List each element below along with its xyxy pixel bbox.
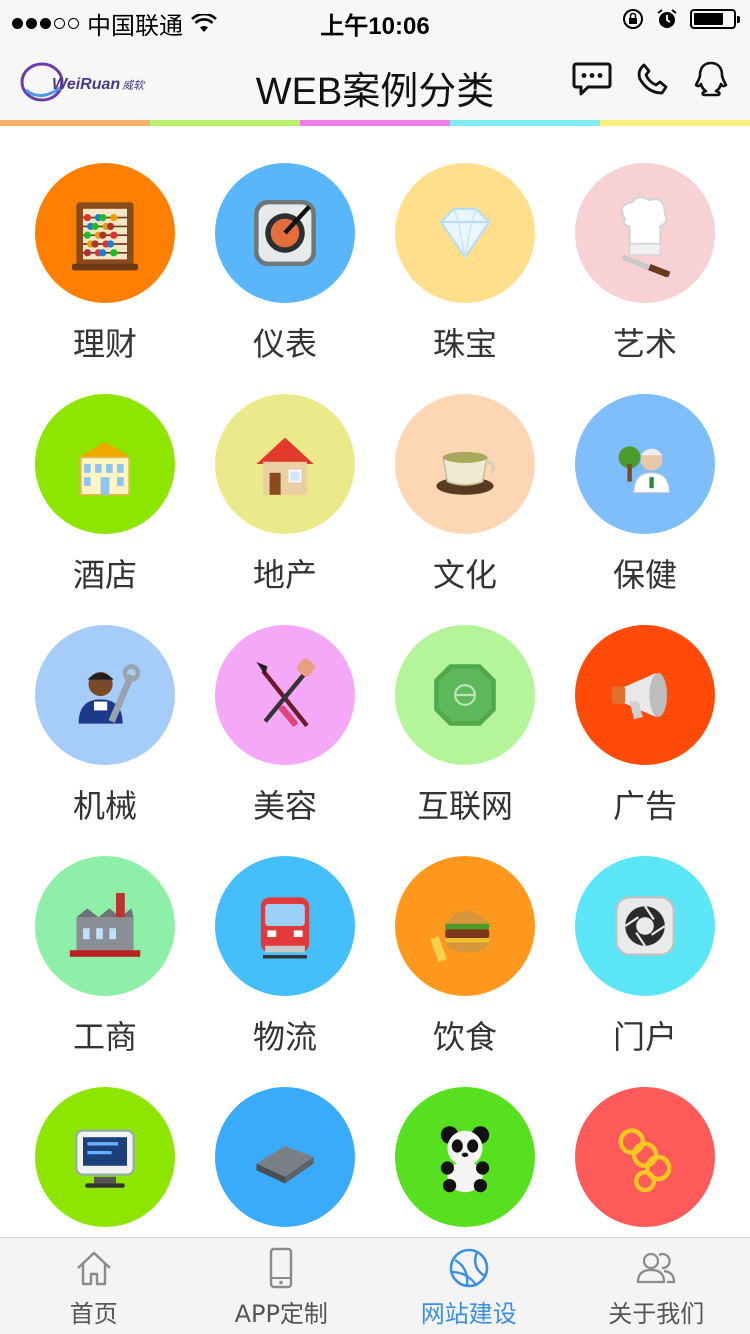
internet-icon xyxy=(395,625,535,765)
qq-icon[interactable] xyxy=(692,60,730,98)
alarm-icon xyxy=(657,9,677,28)
chef-hat-icon xyxy=(575,163,715,303)
stripe-segment xyxy=(600,120,750,126)
nav-bar: WeiRuan 威软 WEB案例分类 xyxy=(0,42,750,122)
doctor-icon xyxy=(575,394,715,534)
category-item[interactable]: 理财 xyxy=(15,163,195,393)
category-label: 酒店 xyxy=(72,556,137,594)
home-icon xyxy=(72,1246,116,1294)
category-label: 机械 xyxy=(72,787,137,825)
category-item[interactable]: 酒店 xyxy=(15,394,195,624)
category-label: 饮食 xyxy=(432,1018,497,1056)
battery-icon xyxy=(690,9,740,29)
category-label: 广告 xyxy=(612,787,677,825)
aperture-icon xyxy=(575,856,715,996)
monitor-icon xyxy=(35,1087,175,1227)
category-item[interactable]: 珠宝 xyxy=(375,163,555,393)
category-item[interactable]: 广告 xyxy=(555,625,735,855)
category-label: 互联网 xyxy=(416,787,513,825)
tab-label: APP定制 xyxy=(234,1300,328,1328)
category-label: 保健 xyxy=(612,556,677,594)
category-item[interactable]: 文化 xyxy=(375,394,555,624)
category-label: 文化 xyxy=(432,556,497,594)
category-item[interactable]: 机械 xyxy=(15,625,195,855)
mobile-icon xyxy=(259,1246,303,1294)
stripe-segment xyxy=(300,120,450,126)
diamond-icon xyxy=(395,163,535,303)
category-item[interactable]: 地产 xyxy=(195,394,375,624)
users-icon xyxy=(634,1246,678,1294)
megaphone-icon xyxy=(575,625,715,765)
category-label: 珠宝 xyxy=(432,325,497,363)
tab-label: 首页 xyxy=(69,1300,118,1328)
mechanic-icon xyxy=(35,625,175,765)
stripe-segment xyxy=(450,120,600,126)
burger-icon xyxy=(395,856,535,996)
house-icon xyxy=(215,394,355,534)
phone-icon[interactable] xyxy=(634,61,670,97)
tab-item[interactable]: 网站建设 xyxy=(375,1238,563,1334)
category-item[interactable]: 物流 xyxy=(195,856,375,1086)
category-label: 门户 xyxy=(612,1018,677,1056)
gauge-icon xyxy=(215,163,355,303)
makeup-brush-icon xyxy=(215,625,355,765)
train-icon xyxy=(215,856,355,996)
category-item[interactable]: 艺术 xyxy=(555,163,735,393)
category-item[interactable]: 仪表 xyxy=(195,163,375,393)
category-label: 仪表 xyxy=(252,325,317,363)
panda-icon xyxy=(395,1087,535,1227)
color-stripe xyxy=(0,120,750,126)
stripe-segment xyxy=(150,120,300,126)
category-item[interactable]: 饮食 xyxy=(375,856,555,1086)
tab-item[interactable]: APP定制 xyxy=(188,1238,376,1334)
page: 中国联通 上午10:06 WeiRuan 威软 WEB案例分类 理财 仪表 珠宝… xyxy=(0,0,750,1334)
tab-item[interactable]: 首页 xyxy=(0,1238,188,1334)
globe-icon xyxy=(447,1246,491,1294)
category-item[interactable]: 工商 xyxy=(15,856,195,1086)
status-bar: 中国联通 上午10:06 xyxy=(0,0,750,42)
category-label: 美容 xyxy=(252,787,317,825)
tab-label: 网站建设 xyxy=(420,1300,517,1328)
category-label: 地产 xyxy=(252,556,317,594)
tab-item[interactable]: 关于我们 xyxy=(563,1238,750,1334)
category-item[interactable]: 美容 xyxy=(195,625,375,855)
tea-icon xyxy=(395,394,535,534)
abacus-icon xyxy=(35,163,175,303)
tab-bar: 首页 APP定制 网站建设 关于我们 xyxy=(0,1237,750,1334)
category-label: 理财 xyxy=(72,325,137,363)
message-icon[interactable] xyxy=(572,61,612,97)
device-icon xyxy=(215,1087,355,1227)
hotel-icon xyxy=(35,394,175,534)
category-item[interactable]: 保健 xyxy=(555,394,735,624)
rings-icon xyxy=(575,1087,715,1227)
category-label: 工商 xyxy=(72,1018,137,1056)
category-label: 艺术 xyxy=(612,325,677,363)
rotation-lock-icon xyxy=(623,9,643,29)
tab-label: 关于我们 xyxy=(608,1300,705,1328)
factory-icon xyxy=(35,856,175,996)
status-right xyxy=(622,8,740,30)
stripe-segment xyxy=(0,120,150,126)
category-item[interactable]: 门户 xyxy=(555,856,735,1086)
nav-actions xyxy=(572,60,730,98)
category-item[interactable]: 互联网 xyxy=(375,625,555,855)
category-label: 物流 xyxy=(252,1018,317,1056)
